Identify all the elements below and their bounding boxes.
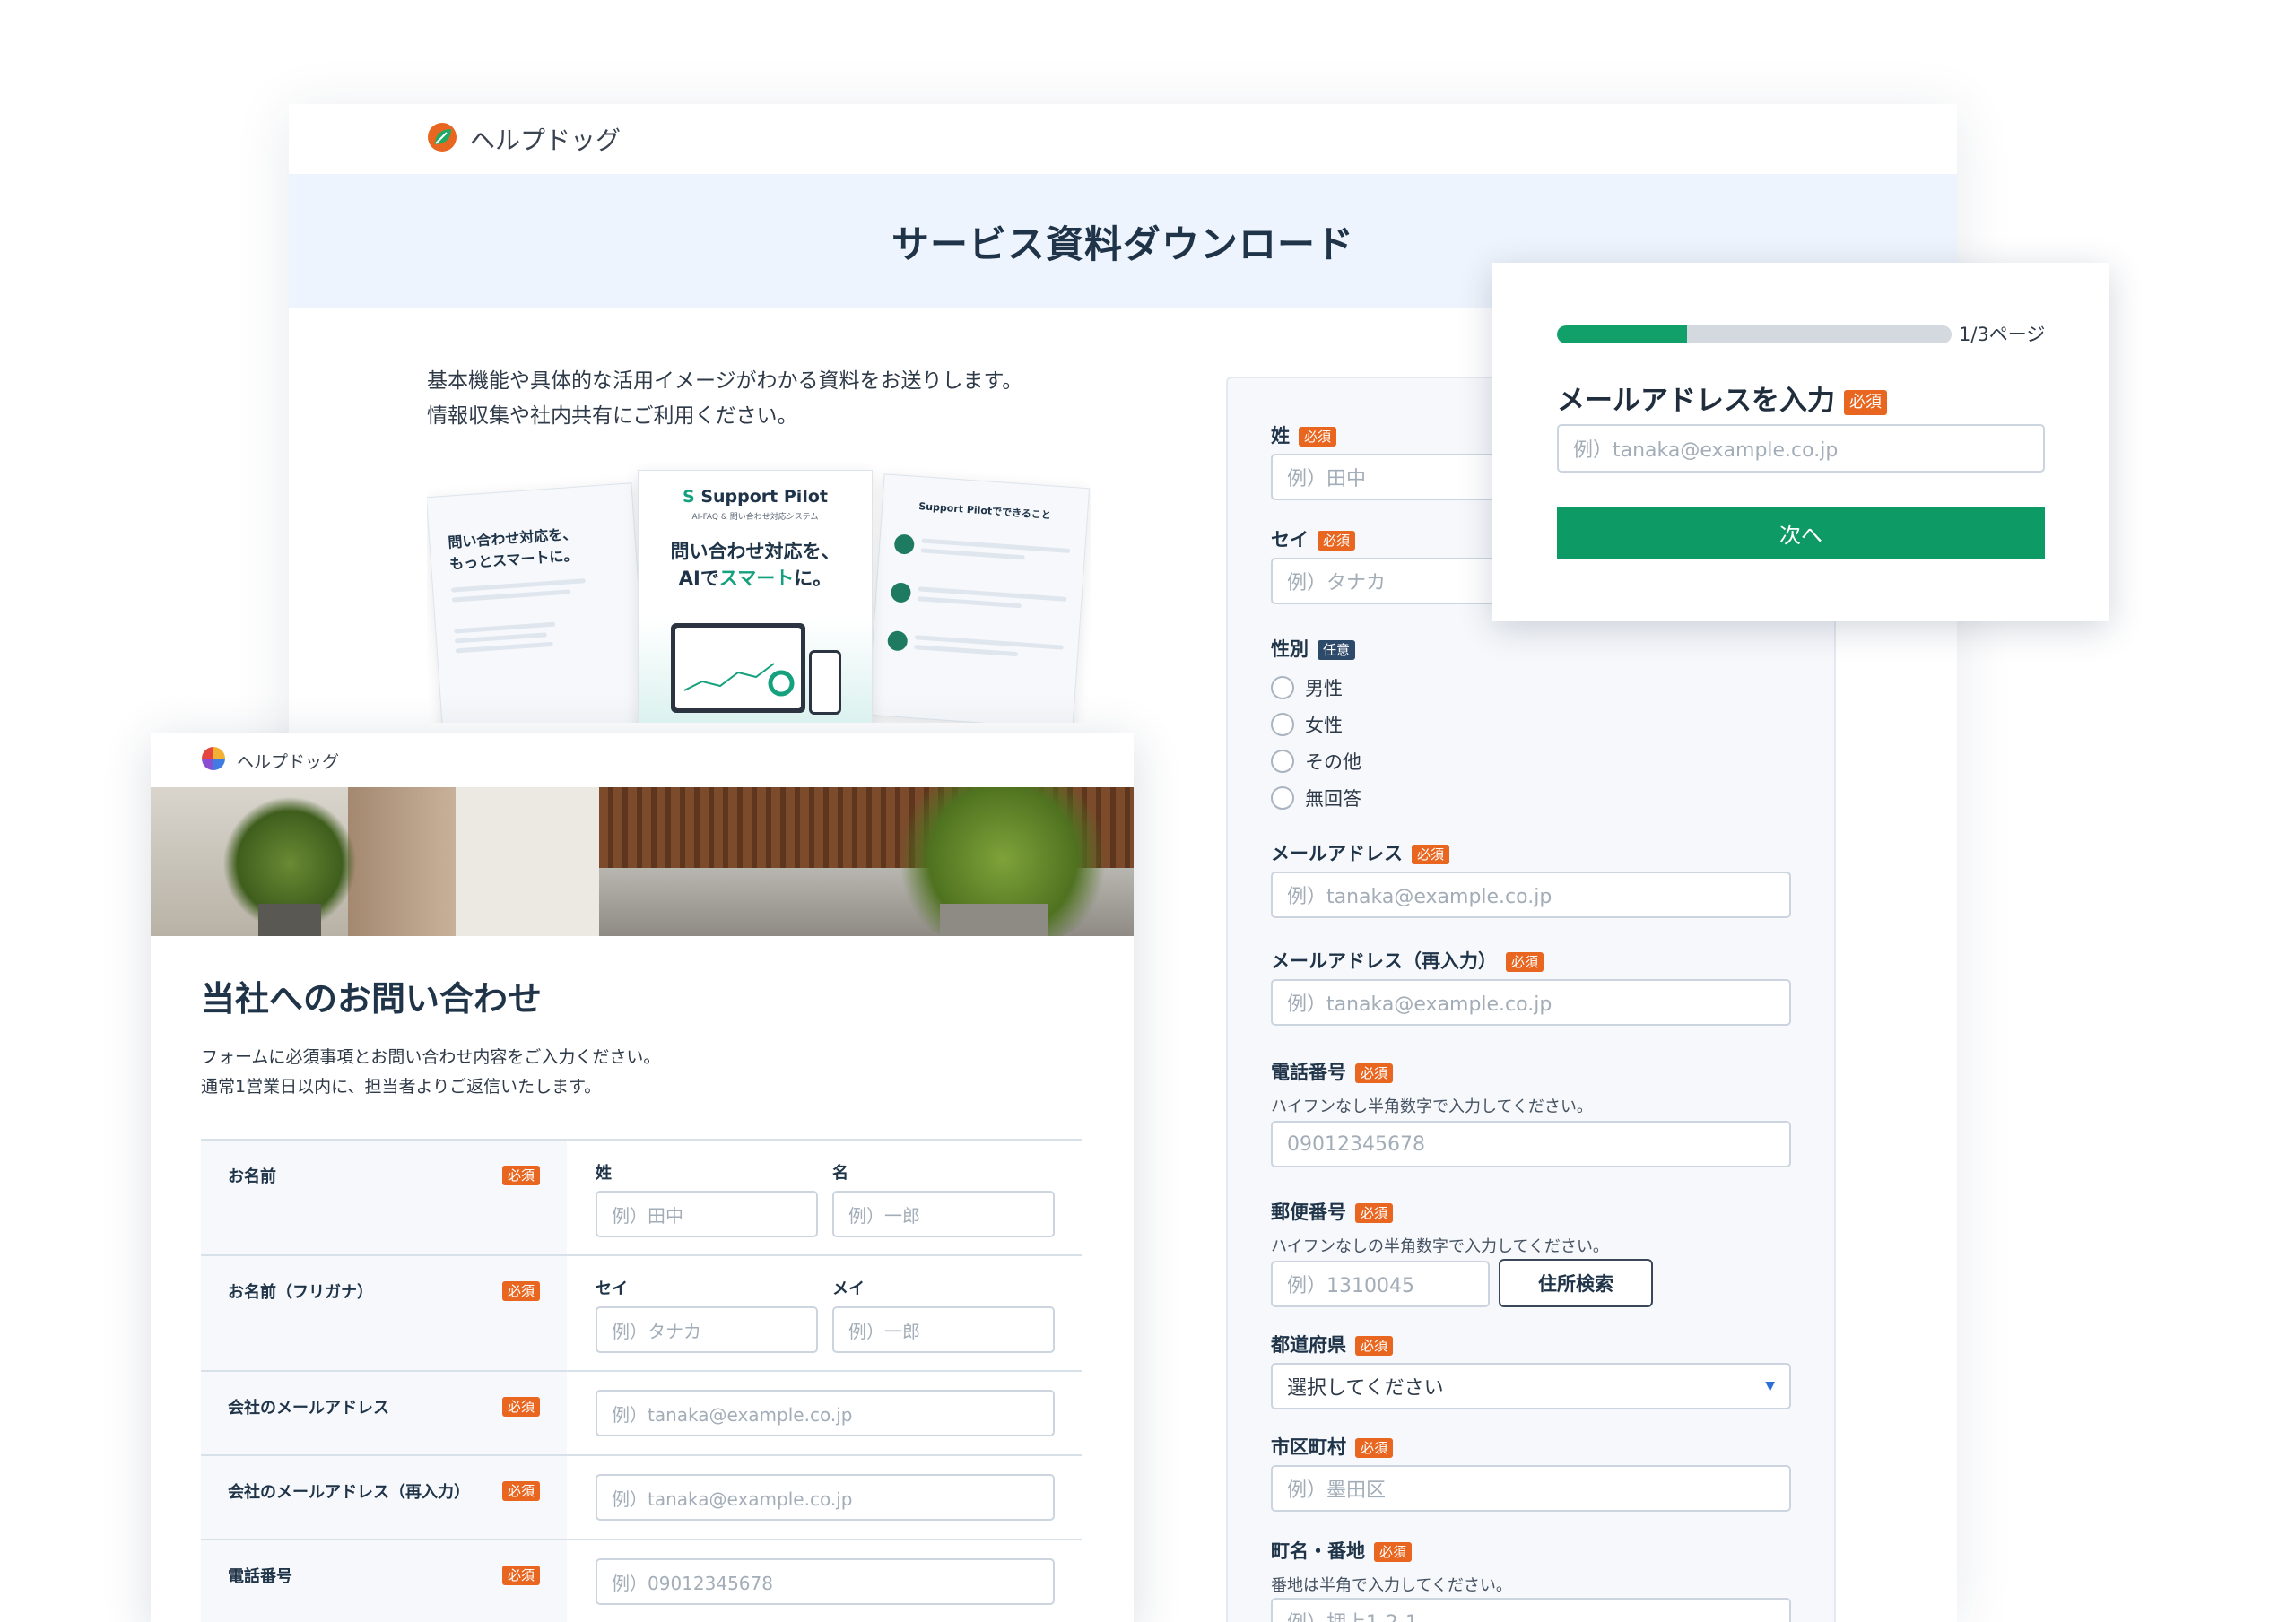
first-kana-label: メイ: [832, 1279, 865, 1298]
radio-button[interactable]: [1271, 750, 1294, 773]
street-input[interactable]: 例）押上1-2-1: [1271, 1598, 1791, 1622]
site-header: ヘルプドッグ: [289, 104, 1957, 174]
s-logo-icon: S: [683, 487, 695, 507]
brochure-page-right: Support Pilotでできること: [866, 473, 1091, 723]
brochure-page-cover: S Support Pilot AI-FAQ & 問い合わせ対応システム 問い合…: [638, 470, 873, 723]
email-input[interactable]: 例）tanaka@example.co.jp: [1271, 872, 1791, 918]
required-badge: 必須: [502, 1397, 541, 1417]
city-input[interactable]: 例）墨田区: [1271, 1465, 1791, 1512]
form-row-email: 会社のメールアドレス 必須 例）tanaka@example.co.jp: [201, 1372, 1082, 1456]
popup-email-label: メールアドレスを入力 必須: [1557, 377, 1887, 418]
address-search-button[interactable]: 住所検索: [1499, 1259, 1653, 1307]
radio-button[interactable]: [1271, 676, 1294, 699]
intro-text: 基本機能や具体的な活用イメージがわかる資料をお送りします。 情報収集や社内共有に…: [427, 364, 1022, 434]
form-row-name: お名前 必須 姓 名 例）田中 例）一郎: [201, 1141, 1082, 1256]
page-title: 当社へのお問い合わせ: [201, 979, 543, 1019]
progress-bar: [1557, 325, 1952, 343]
gender-option-no-answer[interactable]: 無回答: [1271, 785, 1361, 811]
gender-option-male[interactable]: 男性: [1271, 674, 1343, 701]
company-email-confirm-input[interactable]: 例）tanaka@example.co.jp: [596, 1474, 1055, 1521]
brochure-page-left: 問い合わせ対応を、 もっとスマートに。: [427, 482, 649, 723]
page-title: サービス資料ダウンロード: [891, 221, 1354, 266]
phone-label: 電話番号 必須: [1271, 1058, 1394, 1085]
email-label: メールアドレス 必須: [1271, 839, 1450, 866]
brochure-brand-sub: AI-FAQ & 問い合わせ対応システム: [691, 513, 819, 522]
intro-line: フォームに必須事項とお問い合わせ内容をご入力ください。: [201, 1047, 661, 1067]
phone-help-text: ハイフンなし半角数字で入力してください。: [1271, 1097, 1593, 1116]
zip-help-text: ハイフンなしの半角数字で入力してください。: [1271, 1237, 1609, 1256]
next-button[interactable]: 次へ: [1557, 507, 2045, 559]
last-kana-input[interactable]: 例）タナカ: [596, 1306, 818, 1353]
zip-input[interactable]: 例）1310045: [1271, 1261, 1490, 1307]
last-name-label: 姓必須: [1271, 421, 1337, 448]
gender-option-female[interactable]: 女性: [1271, 711, 1343, 738]
progress-bar-fill: [1557, 325, 1688, 343]
street-help-text: 番地は半角で入力してください。: [1271, 1576, 1512, 1595]
form-row-email-confirm: 会社のメールアドレス（再入力） 必須 例）tanaka@example.co.j…: [201, 1456, 1082, 1540]
required-badge: 必須: [502, 1166, 541, 1185]
phone-input[interactable]: 09012345678: [1271, 1121, 1791, 1167]
required-badge: 必須: [502, 1281, 541, 1301]
last-kana-label: セイ 必須: [1271, 525, 1356, 552]
row-label: 電話番号: [228, 1567, 292, 1586]
caret-down-icon: ▼: [1765, 1379, 1775, 1393]
row-header: 会社のメールアドレス（再入力） 必須: [201, 1456, 567, 1539]
row-header: 電話番号 必須: [201, 1540, 567, 1622]
pinwheel-logo-icon: [201, 746, 226, 775]
contact-page-card: ヘルプドッグ 当社へのお問い合わせ フォームに必須事項とお問い合わせ内容をご入力…: [151, 733, 1134, 1622]
brochure-right-title: Support Pilotでできること: [918, 500, 1052, 522]
row-header: お名前 必須: [201, 1141, 567, 1254]
brand-name[interactable]: ヘルプドッグ: [237, 749, 339, 773]
last-kana-label: セイ: [596, 1279, 628, 1298]
row-label: お名前: [228, 1167, 276, 1186]
gender-label: 性別 任意: [1271, 635, 1356, 662]
last-name-input[interactable]: 例）田中: [596, 1191, 818, 1237]
required-badge: 必須: [502, 1481, 541, 1501]
form-row-phone: 電話番号 必須 例）09012345678: [201, 1540, 1082, 1622]
radio-button[interactable]: [1271, 713, 1294, 736]
radio-button[interactable]: [1271, 786, 1294, 810]
last-name-label: 姓: [596, 1164, 612, 1183]
gender-option-other[interactable]: その他: [1271, 748, 1361, 775]
row-label: 会社のメールアドレス: [228, 1399, 389, 1418]
email-confirm-label: メールアドレス（再入力） 必須: [1271, 947, 1544, 974]
prefecture-label: 都道府県 必須: [1271, 1331, 1394, 1357]
intro-line: 基本機能や具体的な活用イメージがわかる資料をお送りします。: [427, 369, 1023, 393]
contact-form-table: お名前 必須 姓 名 例）田中 例）一郎 お名前（フリガナ） 必須 セイ メイ …: [201, 1139, 1082, 1622]
site-header: ヘルプドッグ: [151, 733, 1134, 787]
progress-page-indicator: 1/3ページ: [1959, 324, 2046, 345]
row-header: 会社のメールアドレス 必須: [201, 1372, 567, 1454]
form-row-kana: お名前（フリガナ） 必須 セイ メイ 例）タナカ 例）一郎: [201, 1256, 1082, 1372]
email-confirm-input[interactable]: 例）tanaka@example.co.jp: [1271, 979, 1791, 1026]
first-name-label: 名: [832, 1164, 848, 1183]
prefecture-select[interactable]: 選択してください ▼: [1271, 1363, 1791, 1409]
row-label: お名前（フリガナ）: [228, 1283, 373, 1302]
zip-label: 郵便番号 必須: [1271, 1198, 1394, 1225]
popup-email-input[interactable]: 例）tanaka@example.co.jp: [1557, 424, 2045, 473]
intro-line: 情報収集や社内共有にご利用ください。: [427, 404, 798, 428]
leaf-logo-icon: [427, 122, 457, 156]
laptop-mockup-icon: [671, 623, 805, 713]
required-badge: 必須: [502, 1566, 541, 1585]
phone-mockup-icon: [809, 650, 841, 715]
intro-text: フォームに必須事項とお問い合わせ内容をご入力ください。 通常1営業日以内に、担当…: [201, 1043, 660, 1102]
brochure-brand: S Support Pilot: [683, 487, 828, 507]
brand-name[interactable]: ヘルプドッグ: [470, 121, 621, 157]
company-email-input[interactable]: 例）tanaka@example.co.jp: [596, 1390, 1055, 1436]
brochure-headline: 問い合わせ対応を、 AIでスマートに。: [670, 541, 840, 589]
row-header: お名前（フリガナ） 必須: [201, 1256, 567, 1370]
first-name-input[interactable]: 例）一郎: [832, 1191, 1055, 1237]
multistep-email-popup: 1/3ページ メールアドレスを入力 必須 例）tanaka@example.co.…: [1492, 263, 2109, 621]
street-label: 町名・番地 必須: [1271, 1537, 1413, 1564]
phone-input[interactable]: 例）09012345678: [596, 1558, 1055, 1605]
city-label: 市区町村 必須: [1271, 1433, 1394, 1460]
first-kana-input[interactable]: 例）一郎: [832, 1306, 1055, 1353]
row-label: 会社のメールアドレス（再入力）: [228, 1483, 470, 1502]
office-lobby-photo: [151, 787, 1134, 936]
brochure-image: 問い合わせ対応を、 もっとスマートに。 S Support Pilot AI-F…: [427, 463, 1091, 723]
intro-line: 通常1営業日以内に、担当者よりご返信いたします。: [201, 1077, 602, 1097]
prefecture-select-value: 選択してください: [1287, 1377, 1444, 1400]
